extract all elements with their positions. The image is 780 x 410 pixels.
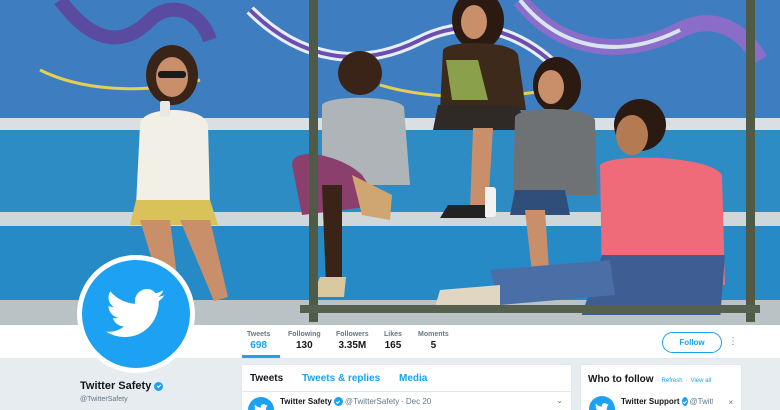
tweet-author-handle: @TwitterSafety — [344, 397, 400, 406]
tweet-avatar[interactable] — [248, 397, 274, 410]
more-vertical-icon[interactable]: ⋮ — [728, 334, 738, 350]
header-separator: · — [656, 378, 659, 384]
suggested-user-avatar[interactable] — [589, 396, 615, 410]
stat-label: Tweets — [247, 331, 271, 338]
twitter-bird-icon — [106, 289, 165, 337]
view-all-link[interactable]: View all — [691, 378, 712, 384]
suggested-user-name[interactable]: Twitter Support — [621, 397, 680, 406]
verified-badge-icon — [333, 397, 343, 406]
tweet-date[interactable]: Dec 20 — [406, 397, 431, 406]
railing-post-right — [746, 0, 755, 322]
tab-tweets[interactable]: Tweets — [250, 373, 283, 384]
timeline: Tweets Tweets & replies Media Twitter Sa… — [241, 364, 572, 410]
person-man-grey-shirt — [292, 51, 410, 297]
stat-label: Followers — [336, 331, 369, 338]
profile-name: Twitter Safety — [80, 380, 152, 392]
stat-label: Following — [288, 331, 321, 338]
refresh-link[interactable]: Refresh — [662, 378, 683, 384]
header-separator: · — [685, 378, 688, 384]
follow-button[interactable]: Follow — [662, 332, 722, 353]
verified-badge-icon — [154, 381, 164, 391]
stat-value: 698 — [250, 340, 267, 351]
tweet-header: Twitter Safety @TwitterSafety · Dec 20 — [280, 397, 431, 406]
timeline-tabs: Tweets Tweets & replies Media — [242, 365, 571, 392]
stat-value: 3.35M — [338, 340, 367, 351]
stat-label: Moments — [418, 331, 449, 338]
who-to-follow-title: Who to follow — [588, 374, 654, 385]
profile-avatar[interactable] — [77, 255, 195, 373]
active-stat-indicator — [242, 355, 280, 358]
railing-post-left — [309, 0, 318, 322]
stat-value: 5 — [430, 340, 437, 351]
chevron-down-icon[interactable]: ⌄ — [556, 396, 563, 405]
person-man-pink-shirt — [435, 99, 725, 315]
stat-following[interactable]: Following 130 — [288, 331, 321, 351]
stat-tweets[interactable]: Tweets 698 — [247, 331, 270, 351]
who-to-follow: Who to follow · Refresh · View all Twitt… — [580, 364, 742, 410]
stat-followers[interactable]: Followers 3.35M — [336, 331, 369, 351]
profile-name-row: Twitter Safety — [80, 380, 164, 392]
tweet-separator: · — [401, 397, 404, 406]
who-to-follow-header: Who to follow · Refresh · View all — [588, 374, 711, 385]
verified-badge-icon — [681, 397, 688, 406]
suggested-user-handle: @Twitt... — [689, 397, 713, 406]
tab-media[interactable]: Media — [399, 373, 427, 384]
twitter-bird-icon — [595, 403, 609, 410]
stat-label: Likes — [384, 331, 402, 338]
profile-handle: @TwitterSafety — [80, 396, 128, 403]
stat-value: 130 — [295, 340, 313, 351]
profile-page: Tweets 698 Following 130 Followers 3.35M… — [0, 0, 780, 410]
stat-likes[interactable]: Likes 165 — [384, 331, 402, 351]
suggested-user[interactable]: Twitter Support @Twitt... — [621, 397, 713, 406]
close-icon[interactable]: × — [728, 398, 733, 407]
railing-bar — [300, 305, 760, 313]
twitter-bird-icon — [254, 404, 268, 410]
stat-moments[interactable]: Moments 5 — [418, 331, 449, 351]
tab-tweets-replies[interactable]: Tweets & replies — [302, 373, 380, 384]
stat-value: 165 — [384, 340, 402, 351]
tweet-author-name[interactable]: Twitter Safety — [280, 397, 332, 406]
